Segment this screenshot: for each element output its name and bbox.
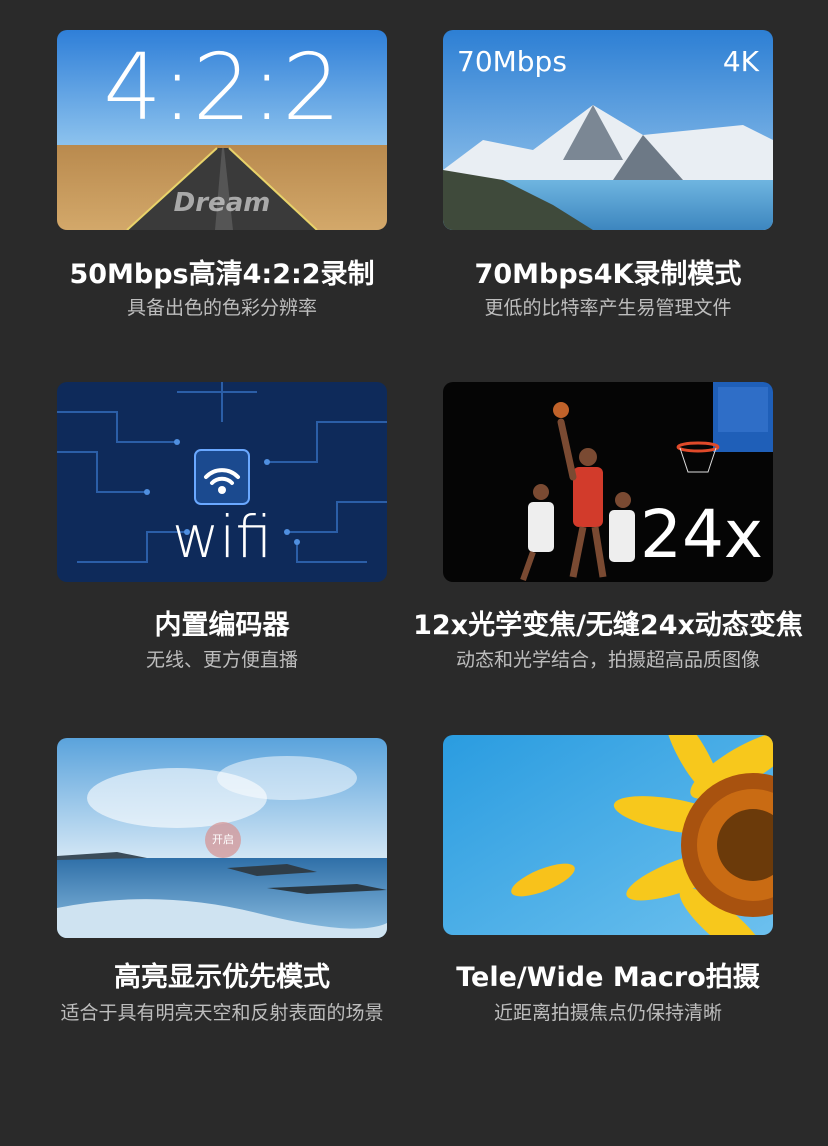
feature-subtitle: 具备出色的色彩分辨率 bbox=[126, 297, 317, 319]
sunflower-image bbox=[443, 735, 773, 935]
feature-image-zoom: 24x bbox=[443, 382, 773, 582]
feature-image-highlight: 开启 bbox=[57, 738, 387, 938]
feature-image-macro bbox=[443, 735, 773, 935]
feature-image-4k: 70Mbps 4K bbox=[443, 30, 773, 230]
feature-title: 高亮显示优先模式 bbox=[114, 962, 330, 993]
feature-subtitle: 适合于具有明亮天空和反射表面的场景 bbox=[60, 1002, 384, 1024]
feature-subtitle: 动态和光学结合，拍摄超高品质图像 bbox=[455, 649, 760, 671]
feature-subtitle: 无线、更方便直播 bbox=[145, 649, 298, 671]
toggle-badge-label: 开启 bbox=[212, 833, 234, 846]
overlay-422: 4:2:2 bbox=[103, 34, 341, 141]
overlay-4k: 4K bbox=[722, 45, 759, 78]
overlay-wifi: wifi bbox=[171, 503, 273, 571]
feature-title: 内置编码器 bbox=[154, 610, 290, 641]
feature-title: 12x光学变焦/无缝24x动态变焦 bbox=[413, 610, 803, 641]
overlay-24x: 24x bbox=[639, 496, 763, 573]
feature-subtitle: 更低的比特率产生易管理文件 bbox=[484, 297, 732, 319]
road-text: Dream bbox=[173, 188, 271, 218]
feature-image-422: 4:2:2 Dream bbox=[57, 30, 387, 230]
feature-title: 70Mbps4K录制模式 bbox=[474, 259, 742, 290]
feature-subtitle: 近距离拍摄焦点仍保持清晰 bbox=[493, 1002, 722, 1024]
feature-title: 50Mbps高清4:2:2录制 bbox=[69, 259, 375, 290]
feature-title: Tele/Wide Macro拍摄 bbox=[456, 962, 760, 993]
feature-image-wifi: wifi bbox=[57, 382, 387, 582]
overlay-bitrate: 70Mbps bbox=[457, 45, 567, 78]
